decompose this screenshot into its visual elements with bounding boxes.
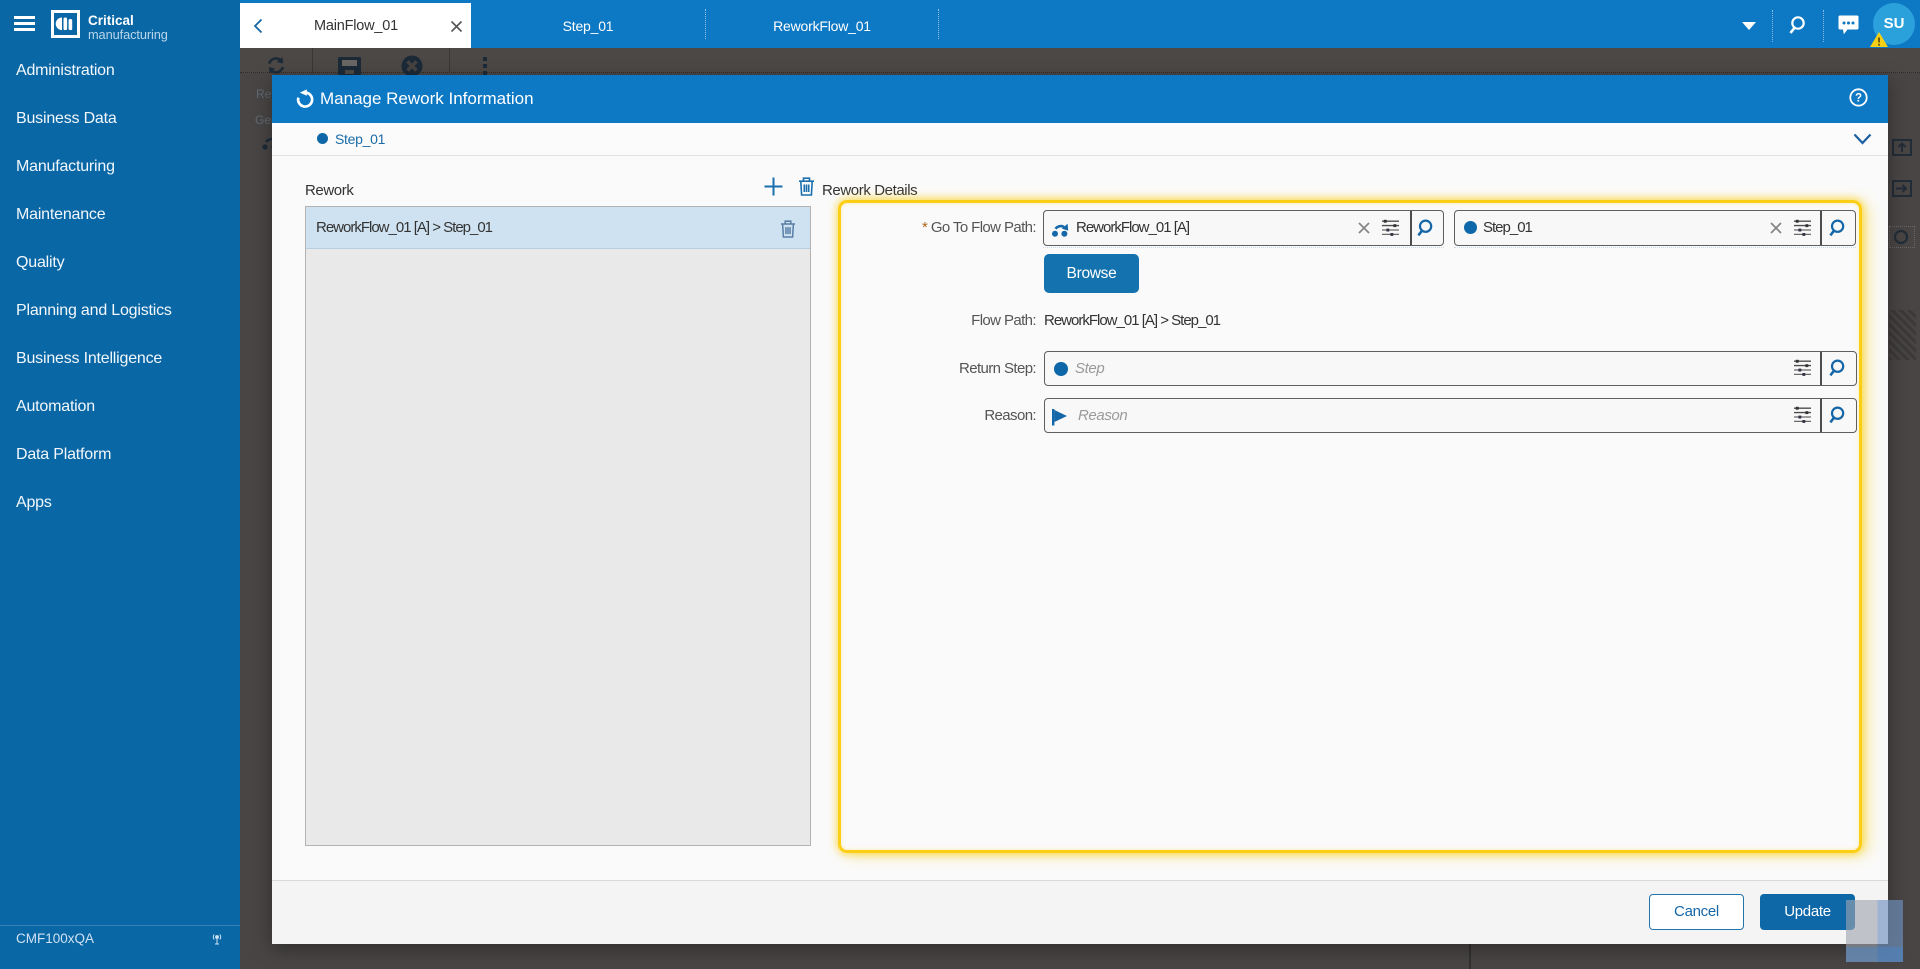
svg-text:?: ? bbox=[1855, 93, 1862, 105]
